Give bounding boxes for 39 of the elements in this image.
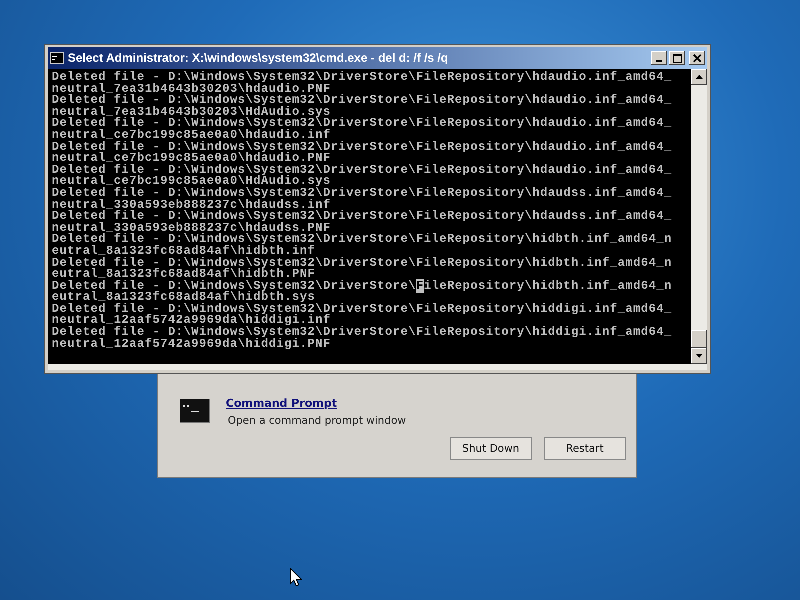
console-line: eutral_8a1323fc68ad84af\hidbth.sys (52, 292, 316, 304)
console-line: neutral_330a593eb888237c\hdaudss.PNF (52, 222, 332, 234)
dialog-button[interactable]: Shut Down (450, 437, 532, 460)
console-icon (50, 52, 64, 64)
console-line: neutral_330a593eb888237c\hdaudss.inf (52, 200, 332, 212)
console-line: neutral_ce7bc199c85ae0a0\HdAudio.sys (52, 176, 332, 188)
console-icon (180, 399, 210, 423)
scroll-bar[interactable] (691, 69, 707, 364)
command-prompt-link[interactable]: Command Prompt (226, 397, 338, 410)
mouse-pointer-icon (290, 568, 302, 587)
console-line: neutral_ce7bc199c85ae0a0\hdaudio.inf (52, 130, 332, 142)
console-line: Deleted file - D:\Windows\System32\DriverStore\FileRepository\hdaudio.inf_amd64_ (52, 118, 674, 130)
console-line: neutral_ce7bc199c85ae0a0\hdaudio.PNF (52, 153, 332, 165)
dialog-button[interactable]: Restart (544, 437, 626, 460)
window-title: Select Administrator: X:\windows\system32\cmd.exe - del d: /f /s /q (68, 51, 448, 65)
close-icon (692, 54, 702, 62)
option-description: Open a command prompt window (228, 415, 406, 427)
console-line: neutral_7ea31b4643b30203\HdAudio.sys (52, 106, 332, 118)
minimize-icon (656, 60, 662, 62)
maximize-button[interactable] (669, 51, 685, 65)
console-line: eutral_8a1323fc68ad84af\hidbth.PNF (52, 269, 316, 281)
console-line: neutral_7ea31b4643b30203\hdaudio.PNF (52, 84, 332, 96)
console-line: Deleted file - D:\Windows\System32\DriverStore\FileRepository\hdaudio.inf_amd64_ (52, 95, 674, 107)
console-line: eutral_8a1323fc68ad84af\hidbth.inf (52, 246, 316, 258)
close-button[interactable] (689, 51, 705, 65)
console-line: Deleted file - D:\Windows\System32\DriverStore\FileRepository\hdaudss.inf_amd64_ (52, 188, 674, 200)
minimize-button[interactable] (651, 51, 667, 65)
console-line: Deleted file - D:\Windows\System32\DriverStore\FileRepository\hiddigi.inf_amd64_ (52, 304, 674, 316)
console-line: neutral_12aaf5742a9969da\hiddigi.inf (52, 315, 332, 328)
maximize-icon (672, 54, 682, 62)
console-line: Deleted file - D:\Windows\System32\DriverStore\FileRepository\hdaudss.inf_amd64_ (52, 211, 674, 223)
console-line: Deleted file - D:\Windows\System32\DriverStore\FileRepository\hidbth.inf_amd64_n (52, 234, 674, 246)
console-line: Deleted file - D:\Windows\System32\DriverStore\FileRepository\hdaudio.inf_amd64_ (52, 164, 674, 176)
console-line: neutral_12aaf5742a9969da\hiddigi.PNF (52, 338, 332, 350)
console-line: Deleted file - D:\Windows\System32\DriverStore\FileRepository\hidbth.inf_amd64_n (52, 280, 674, 292)
console-line: Deleted file - D:\Windows\System32\DriverStore\FileRepository\hdaudio.inf_amd64_ (52, 72, 674, 84)
console-line: Deleted file - D:\Windows\System32\DriverStore\FileRepository\hiddigi.inf_amd64_ (52, 327, 674, 339)
console-line: Deleted file - D:\Windows\System32\DriverStore\FileRepository\hdaudio.inf_amd64_ (52, 142, 674, 154)
console-line: Deleted file - D:\Windows\System32\DriverStore\FileRepository\hidbth.inf_amd64_n (52, 258, 674, 270)
